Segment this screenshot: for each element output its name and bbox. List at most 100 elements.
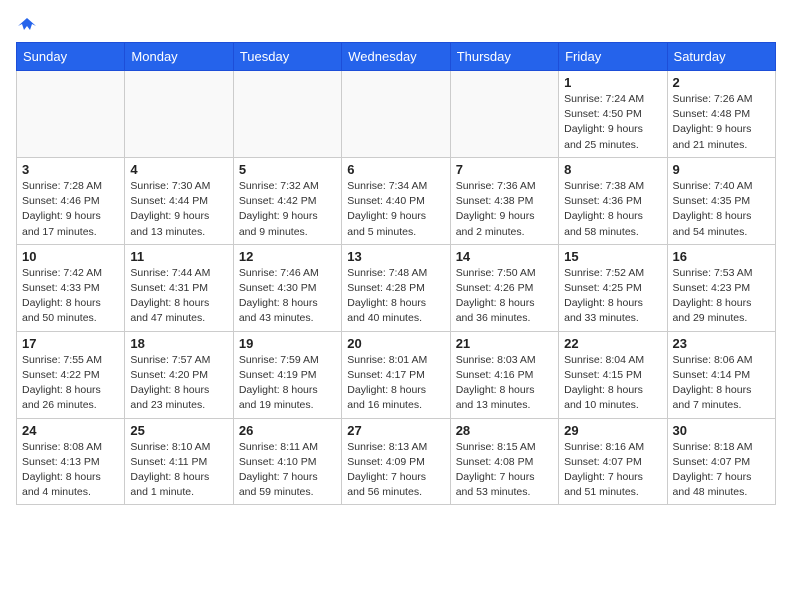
day-number: 23 xyxy=(673,336,770,351)
day-info: Sunrise: 8:10 AM Sunset: 4:11 PM Dayligh… xyxy=(130,440,227,501)
day-info: Sunrise: 7:52 AM Sunset: 4:25 PM Dayligh… xyxy=(564,266,661,327)
day-info: Sunrise: 7:50 AM Sunset: 4:26 PM Dayligh… xyxy=(456,266,553,327)
day-info: Sunrise: 8:16 AM Sunset: 4:07 PM Dayligh… xyxy=(564,440,661,501)
day-info: Sunrise: 8:01 AM Sunset: 4:17 PM Dayligh… xyxy=(347,353,444,414)
calendar-cell: 16 Sunrise: 7:53 AM Sunset: 4:23 PM Dayli… xyxy=(667,244,775,331)
day-info: Sunrise: 7:40 AM Sunset: 4:35 PM Dayligh… xyxy=(673,179,770,240)
logo xyxy=(16,16,36,30)
calendar-cell: 25 Sunrise: 8:10 AM Sunset: 4:11 PM Dayli… xyxy=(125,418,233,505)
calendar-cell: 14 Sunrise: 7:50 AM Sunset: 4:26 PM Dayli… xyxy=(450,244,558,331)
day-info: Sunrise: 8:06 AM Sunset: 4:14 PM Dayligh… xyxy=(673,353,770,414)
calendar-week-row: 24 Sunrise: 8:08 AM Sunset: 4:13 PM Dayli… xyxy=(17,418,776,505)
day-number: 9 xyxy=(673,162,770,177)
calendar-cell: 11 Sunrise: 7:44 AM Sunset: 4:31 PM Dayli… xyxy=(125,244,233,331)
calendar-cell: 10 Sunrise: 7:42 AM Sunset: 4:33 PM Dayli… xyxy=(17,244,125,331)
day-of-week-header: Tuesday xyxy=(233,43,341,71)
day-number: 1 xyxy=(564,75,661,90)
day-of-week-header: Saturday xyxy=(667,43,775,71)
day-info: Sunrise: 8:08 AM Sunset: 4:13 PM Dayligh… xyxy=(22,440,119,501)
calendar-cell: 29 Sunrise: 8:16 AM Sunset: 4:07 PM Dayli… xyxy=(559,418,667,505)
calendar-cell: 5 Sunrise: 7:32 AM Sunset: 4:42 PM Daylig… xyxy=(233,157,341,244)
calendar-cell: 1 Sunrise: 7:24 AM Sunset: 4:50 PM Daylig… xyxy=(559,71,667,158)
calendar-cell: 8 Sunrise: 7:38 AM Sunset: 4:36 PM Daylig… xyxy=(559,157,667,244)
logo-bird-icon xyxy=(18,16,36,34)
day-number: 7 xyxy=(456,162,553,177)
day-of-week-header: Monday xyxy=(125,43,233,71)
day-info: Sunrise: 8:18 AM Sunset: 4:07 PM Dayligh… xyxy=(673,440,770,501)
day-info: Sunrise: 8:04 AM Sunset: 4:15 PM Dayligh… xyxy=(564,353,661,414)
day-info: Sunrise: 7:42 AM Sunset: 4:33 PM Dayligh… xyxy=(22,266,119,327)
day-number: 25 xyxy=(130,423,227,438)
day-info: Sunrise: 8:15 AM Sunset: 4:08 PM Dayligh… xyxy=(456,440,553,501)
day-number: 6 xyxy=(347,162,444,177)
calendar-cell: 24 Sunrise: 8:08 AM Sunset: 4:13 PM Dayli… xyxy=(17,418,125,505)
page-header xyxy=(16,16,776,30)
day-number: 29 xyxy=(564,423,661,438)
day-number: 30 xyxy=(673,423,770,438)
day-info: Sunrise: 7:34 AM Sunset: 4:40 PM Dayligh… xyxy=(347,179,444,240)
calendar-cell: 12Sunrise: 7:46 AM Sunset: 4:30 PM Dayli… xyxy=(233,244,341,331)
calendar-cell: 19 Sunrise: 7:59 AM Sunset: 4:19 PM Dayli… xyxy=(233,331,341,418)
calendar-cell: 20Sunrise: 8:01 AM Sunset: 4:17 PM Dayli… xyxy=(342,331,450,418)
day-number: 16 xyxy=(673,249,770,264)
day-number: 17 xyxy=(22,336,119,351)
calendar-table: SundayMondayTuesdayWednesdayThursdayFrid… xyxy=(16,42,776,505)
calendar-cell xyxy=(233,71,341,158)
day-number: 13 xyxy=(347,249,444,264)
calendar-cell: 22 Sunrise: 8:04 AM Sunset: 4:15 PM Dayli… xyxy=(559,331,667,418)
day-info: Sunrise: 8:03 AM Sunset: 4:16 PM Dayligh… xyxy=(456,353,553,414)
day-info: Sunrise: 7:26 AM Sunset: 4:48 PM Dayligh… xyxy=(673,92,770,153)
day-info: Sunrise: 7:24 AM Sunset: 4:50 PM Dayligh… xyxy=(564,92,661,153)
calendar-cell: 6 Sunrise: 7:34 AM Sunset: 4:40 PM Daylig… xyxy=(342,157,450,244)
day-number: 3 xyxy=(22,162,119,177)
calendar-cell xyxy=(17,71,125,158)
day-number: 14 xyxy=(456,249,553,264)
calendar-cell: 9 Sunrise: 7:40 AM Sunset: 4:35 PM Daylig… xyxy=(667,157,775,244)
calendar-cell: 21 Sunrise: 8:03 AM Sunset: 4:16 PM Dayli… xyxy=(450,331,558,418)
day-info: Sunrise: 7:32 AM Sunset: 4:42 PM Dayligh… xyxy=(239,179,336,240)
day-number: 11 xyxy=(130,249,227,264)
calendar-cell: 27 Sunrise: 8:13 AM Sunset: 4:09 PM Dayli… xyxy=(342,418,450,505)
day-number: 12 xyxy=(239,249,336,264)
day-number: 22 xyxy=(564,336,661,351)
calendar-cell xyxy=(450,71,558,158)
day-number: 24 xyxy=(22,423,119,438)
calendar-week-row: 3Sunrise: 7:28 AM Sunset: 4:46 PM Daylig… xyxy=(17,157,776,244)
calendar-cell: 7Sunrise: 7:36 AM Sunset: 4:38 PM Daylig… xyxy=(450,157,558,244)
day-number: 4 xyxy=(130,162,227,177)
calendar-week-row: 1 Sunrise: 7:24 AM Sunset: 4:50 PM Daylig… xyxy=(17,71,776,158)
day-number: 21 xyxy=(456,336,553,351)
day-info: Sunrise: 7:57 AM Sunset: 4:20 PM Dayligh… xyxy=(130,353,227,414)
day-info: Sunrise: 7:38 AM Sunset: 4:36 PM Dayligh… xyxy=(564,179,661,240)
calendar-cell: 18 Sunrise: 7:57 AM Sunset: 4:20 PM Dayli… xyxy=(125,331,233,418)
day-info: Sunrise: 7:59 AM Sunset: 4:19 PM Dayligh… xyxy=(239,353,336,414)
day-number: 19 xyxy=(239,336,336,351)
day-number: 18 xyxy=(130,336,227,351)
day-number: 28 xyxy=(456,423,553,438)
calendar-cell: 3Sunrise: 7:28 AM Sunset: 4:46 PM Daylig… xyxy=(17,157,125,244)
day-info: Sunrise: 7:48 AM Sunset: 4:28 PM Dayligh… xyxy=(347,266,444,327)
calendar-cell: 17 Sunrise: 7:55 AM Sunset: 4:22 PM Dayli… xyxy=(17,331,125,418)
calendar-cell: 15 Sunrise: 7:52 AM Sunset: 4:25 PM Dayli… xyxy=(559,244,667,331)
day-of-week-header: Sunday xyxy=(17,43,125,71)
day-info: Sunrise: 8:11 AM Sunset: 4:10 PM Dayligh… xyxy=(239,440,336,501)
day-info: Sunrise: 8:13 AM Sunset: 4:09 PM Dayligh… xyxy=(347,440,444,501)
day-of-week-header: Wednesday xyxy=(342,43,450,71)
calendar-cell: 28 Sunrise: 8:15 AM Sunset: 4:08 PM Dayli… xyxy=(450,418,558,505)
day-number: 5 xyxy=(239,162,336,177)
day-info: Sunrise: 7:55 AM Sunset: 4:22 PM Dayligh… xyxy=(22,353,119,414)
day-number: 26 xyxy=(239,423,336,438)
calendar-cell: 30 Sunrise: 8:18 AM Sunset: 4:07 PM Dayli… xyxy=(667,418,775,505)
day-of-week-header: Thursday xyxy=(450,43,558,71)
day-info: Sunrise: 7:53 AM Sunset: 4:23 PM Dayligh… xyxy=(673,266,770,327)
day-number: 2 xyxy=(673,75,770,90)
day-info: Sunrise: 7:44 AM Sunset: 4:31 PM Dayligh… xyxy=(130,266,227,327)
day-info: Sunrise: 7:30 AM Sunset: 4:44 PM Dayligh… xyxy=(130,179,227,240)
day-number: 8 xyxy=(564,162,661,177)
day-number: 27 xyxy=(347,423,444,438)
calendar-cell xyxy=(342,71,450,158)
day-number: 15 xyxy=(564,249,661,264)
calendar-cell: 26 Sunrise: 8:11 AM Sunset: 4:10 PM Dayli… xyxy=(233,418,341,505)
day-number: 10 xyxy=(22,249,119,264)
calendar-cell: 13 Sunrise: 7:48 AM Sunset: 4:28 PM Dayli… xyxy=(342,244,450,331)
